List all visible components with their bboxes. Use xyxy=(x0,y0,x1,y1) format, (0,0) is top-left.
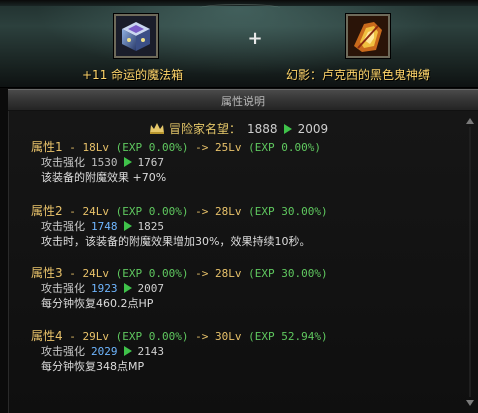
attribute-stat-line: 攻击强化 1923 2007 xyxy=(31,281,328,296)
fame-old-value: 1888 xyxy=(247,122,278,136)
stat-old-value: 1923 xyxy=(91,282,118,295)
attribute-to-level: 30Lv xyxy=(215,330,242,343)
left-item-slot[interactable] xyxy=(114,14,158,58)
attribute-arrow: -> xyxy=(188,141,215,154)
scroll-down-arrow-icon[interactable] xyxy=(466,399,474,407)
fame-label: 冒险家名望： xyxy=(169,122,242,136)
attribute-to-exp: (EXP 0.00%) xyxy=(248,141,321,154)
stat-label: 攻击强化 xyxy=(41,220,85,233)
attribute-description: 攻击时，该装备的附魔效果增加30%，效果持续10秒。 xyxy=(41,235,311,248)
ghost-bracer-icon xyxy=(348,16,388,56)
adventurer-fame-line: 冒险家名望： 1888 2009 xyxy=(149,120,328,137)
vertical-scrollbar[interactable] xyxy=(466,117,474,407)
stat-label: 攻击强化 xyxy=(41,345,85,358)
attribute-separator: - xyxy=(62,267,83,280)
attribute-description: 该装备的附魔效果 +70% xyxy=(41,171,167,184)
stat-old-value: 2029 xyxy=(91,345,118,358)
attribute-to-exp: (EXP 30.00%) xyxy=(248,267,328,280)
attribute-to-level: 28Lv xyxy=(215,267,242,280)
fame-crown-icon xyxy=(150,123,164,134)
attribute-stat-line: 攻击强化 2029 2143 xyxy=(31,344,328,359)
attribute-separator: - xyxy=(62,330,83,343)
attribute-separator: - xyxy=(62,205,83,218)
attribute-to-exp: (EXP 52.94%) xyxy=(248,330,328,343)
attribute-panel-body: 冒险家名望： 1888 2009 属性1 - 18Lv (EXP 0.00%) ->… xyxy=(8,111,478,413)
attribute-arrow: -> xyxy=(188,267,215,280)
arrow-right-icon xyxy=(123,157,132,167)
attribute-label: 属性4 xyxy=(31,329,63,343)
attribute-panel-header: 属性说明 xyxy=(8,89,478,111)
stat-old-value: 1748 xyxy=(91,220,118,233)
arrow-right-icon xyxy=(283,124,292,134)
attribute-from-level: 18Lv xyxy=(82,141,110,154)
attribute-from-level: 24Lv xyxy=(82,267,110,280)
attribute-header: 属性4 - 29Lv (EXP 0.00%) -> 30Lv (EXP 52.9… xyxy=(31,329,328,344)
attribute-from-exp: (EXP 0.00%) xyxy=(115,141,189,154)
arrow-right-icon xyxy=(123,346,132,356)
stat-new-value: 1825 xyxy=(137,220,165,233)
attribute-separator: - xyxy=(62,141,83,154)
stat-new-value: 2143 xyxy=(137,345,165,358)
right-item-slot[interactable] xyxy=(346,14,390,58)
stat-label: 攻击强化 xyxy=(41,282,85,295)
attribute-label: 属性3 xyxy=(31,266,63,280)
attribute-from-exp: (EXP 0.00%) xyxy=(115,267,189,280)
attribute-header: 属性3 - 24Lv (EXP 0.00%) -> 28Lv (EXP 30.0… xyxy=(31,266,328,281)
stat-label: 攻击强化 xyxy=(41,156,85,169)
attribute-arrow: -> xyxy=(188,205,215,218)
stat-new-value: 1767 xyxy=(137,156,165,169)
attribute-arrow: -> xyxy=(188,330,215,343)
fame-new-value: 2009 xyxy=(297,122,329,136)
attribute-header: 属性2 - 24Lv (EXP 0.00%) -> 28Lv (EXP 30.0… xyxy=(31,204,328,219)
attribute-from-level: 29Lv xyxy=(82,330,110,343)
attribute-header: 属性1 - 18Lv (EXP 0.00%) -> 25Lv (EXP 0.00… xyxy=(31,140,321,155)
attribute-label: 属性1 xyxy=(31,140,63,154)
stat-old-value: 1530 xyxy=(91,156,118,169)
arrow-right-icon xyxy=(123,283,132,293)
left-item-name: +11 命运的魔法箱 xyxy=(82,68,184,82)
panel-title: 属性说明 xyxy=(221,95,265,108)
attribute-to-level: 25Lv xyxy=(215,141,242,154)
attribute-from-exp: (EXP 0.00%) xyxy=(115,330,189,343)
attribute-from-level: 24Lv xyxy=(82,205,110,218)
attribute-block: 属性3 - 24Lv (EXP 0.00%) -> 28Lv (EXP 30.0… xyxy=(31,266,328,311)
attribute-label: 属性2 xyxy=(31,204,63,218)
right-item-name: 幻影：卢克西的黑色鬼神缚 xyxy=(286,68,431,82)
arrow-right-icon xyxy=(123,221,132,231)
fusion-plus-sign: + xyxy=(247,28,263,49)
banner-ornament xyxy=(200,4,280,12)
scrollbar-track[interactable] xyxy=(469,127,471,397)
attribute-description: 每分钟恢复460.2点HP xyxy=(41,297,154,310)
attribute-block: 属性2 - 24Lv (EXP 0.00%) -> 28Lv (EXP 30.0… xyxy=(31,204,328,249)
attribute-to-exp: (EXP 30.00%) xyxy=(248,205,328,218)
attribute-stat-line: 攻击强化 1748 1825 xyxy=(31,219,328,234)
stat-new-value: 2007 xyxy=(137,282,165,295)
item-fusion-banner: + +11 命运的魔法箱 幻影：卢克西的黑色鬼神缚 xyxy=(0,0,478,88)
magic-box-icon xyxy=(116,16,156,56)
attribute-block: 属性4 - 29Lv (EXP 0.00%) -> 30Lv (EXP 52.9… xyxy=(31,329,328,374)
attribute-stat-line: 攻击强化 1530 1767 xyxy=(31,155,321,170)
scroll-up-arrow-icon[interactable] xyxy=(466,117,474,125)
attribute-to-level: 28Lv xyxy=(215,205,242,218)
attribute-block: 属性1 - 18Lv (EXP 0.00%) -> 25Lv (EXP 0.00… xyxy=(31,140,321,185)
attribute-description: 每分钟恢复348点MP xyxy=(41,360,145,373)
attribute-from-exp: (EXP 0.00%) xyxy=(115,205,189,218)
